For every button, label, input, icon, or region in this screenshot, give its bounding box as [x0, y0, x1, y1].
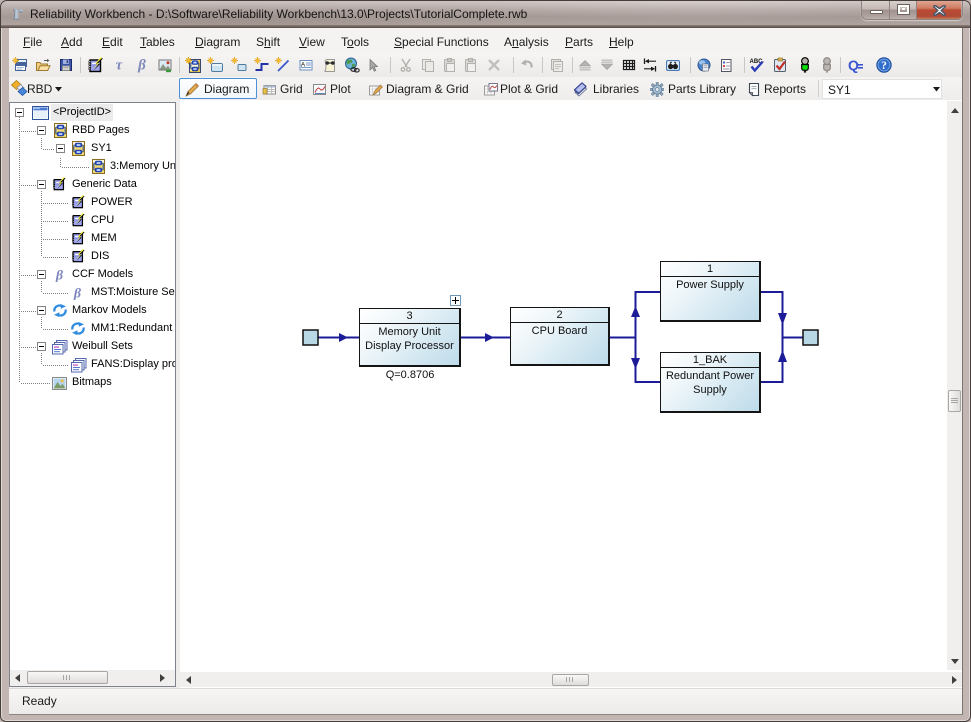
svg-text:r: r — [14, 3, 23, 23]
svg-text:β: β — [55, 269, 64, 283]
svg-text:β: β — [73, 287, 82, 301]
svg-text:?: ? — [881, 60, 887, 72]
svg-text:Q: Q — [848, 57, 859, 73]
svg-text:β: β — [137, 58, 146, 74]
svg-text:τ: τ — [116, 58, 124, 74]
